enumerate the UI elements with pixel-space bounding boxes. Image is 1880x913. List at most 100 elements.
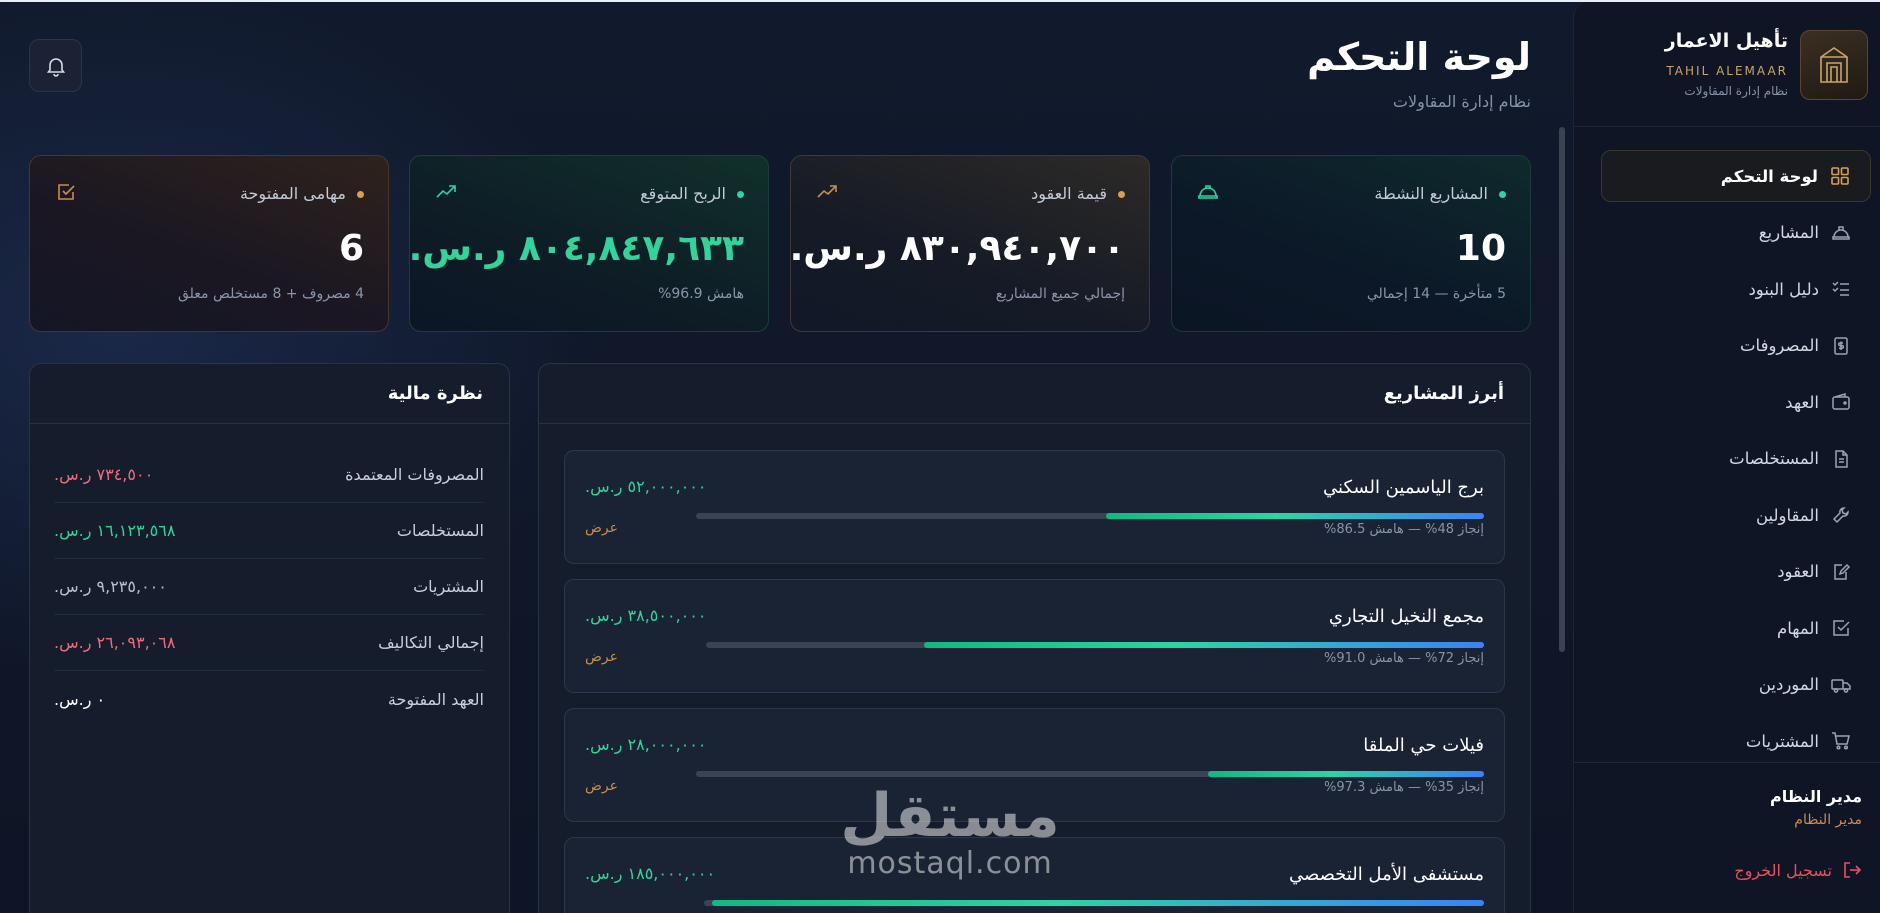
finance-value: ٢٦,٠٩٣,٠٦٨ ر.س. — [54, 633, 176, 652]
finance-row: المشتريات ٩,٢٣٥,٠٠٠ ر.س. — [54, 559, 484, 615]
hard-hat-icon — [1198, 185, 1218, 199]
sidebar-item-suppliers[interactable]: الموردين — [1601, 659, 1871, 711]
sidebar-item-label: العهد — [1785, 392, 1819, 412]
brand: تأهيل الاعمار TAHIL ALEMAAR نظام إدارة ا… — [1582, 28, 1868, 108]
project-card[interactable]: برج الياسمين السكني إنجاز 48% — هامش 86.… — [564, 450, 1505, 564]
stat-note: 4 مصروف + 8 مستخلص معلق — [177, 286, 364, 302]
status-dot — [1118, 191, 1125, 198]
progress-bar — [706, 642, 1484, 648]
sidebar-item-label: الموردين — [1758, 675, 1819, 694]
cart-icon — [1832, 732, 1850, 750]
project-amount: ٢٨,٠٠٠,٠٠٠ ر.س. — [585, 735, 707, 754]
project-meta: إنجاز 48% — هامش 86.5% — [1324, 522, 1484, 537]
sidebar-item-expenses[interactable]: المصروفات — [1601, 320, 1871, 372]
sidebar-item-contractors[interactable]: المقاولين — [1601, 489, 1871, 541]
stat-card-expected-profit: الربح المتوقع ٨٠٤,٨٤٧,٦٣٣ ر.س. هامش 96.9… — [409, 155, 769, 332]
truck-icon — [1831, 678, 1851, 693]
project-name: مستشفى الأمل التخصصي — [1288, 864, 1484, 885]
bell-icon — [46, 57, 65, 77]
app-root: تأهيل الاعمار TAHIL ALEMAAR نظام إدارة ا… — [0, 0, 1880, 913]
finance-row: العهد المفتوحة ٠ ر.س. — [54, 671, 484, 727]
sidebar-item-label: العقود — [1777, 562, 1819, 581]
stat-value: 6 — [338, 228, 364, 269]
view-link[interactable]: عرض — [585, 778, 618, 794]
sidebar-item-extracts[interactable]: المستخلصات — [1601, 433, 1871, 485]
user-role: مدير النظام — [1794, 812, 1862, 828]
user-name: مدير النظام — [1769, 787, 1862, 806]
watermark: مستقل mostaql.com — [820, 786, 1080, 881]
sidebar-item-label: المشتريات — [1745, 731, 1819, 751]
notifications-button[interactable] — [29, 39, 82, 92]
finance-row: المستخلصات ١٦,١٢٣,٥٦٨ ر.س. — [54, 503, 484, 559]
sidebar-item-contracts[interactable]: العقود — [1601, 546, 1871, 598]
sidebar-item-items-guide[interactable]: دليل البنود — [1601, 263, 1871, 315]
grid-icon — [1831, 167, 1849, 185]
progress-fill — [711, 900, 1484, 906]
sidebar-item-label: المقاولين — [1755, 505, 1819, 525]
page-title: لوحة التحكم — [1307, 35, 1531, 79]
project-card[interactable]: مجمع النخيل التجاري إنجاز 72% — هامش 91.… — [564, 579, 1505, 693]
finance-value: ٧٣٤,٥٠٠ ر.س. — [54, 465, 154, 484]
page-subtitle: نظام إدارة المقاولات — [1392, 92, 1531, 111]
logout-label: تسجيل الخروج — [1734, 860, 1832, 880]
project-name: فيلات حي الملقا — [1363, 735, 1484, 756]
stat-card-contracts-value: قيمة العقود ٨٣٠,٩٤٠,٧٠٠ ر.س. إجمالي جميع… — [790, 155, 1150, 332]
watermark-arabic: مستقل — [840, 781, 1060, 851]
finance-label: العهد المفتوحة — [387, 689, 484, 709]
progress-bar — [696, 513, 1484, 519]
panel-title: أبرز المشاريع — [539, 364, 1530, 424]
scrollbar[interactable] — [1559, 127, 1565, 652]
contract-edit-icon — [1834, 563, 1851, 580]
stat-label: المشاريع النشطة — [1374, 184, 1488, 203]
trending-up-icon — [817, 185, 837, 198]
progress-fill — [1208, 771, 1484, 777]
logout-button[interactable]: تسجيل الخروج — [1734, 860, 1862, 880]
sidebar-item-dashboard[interactable]: لوحة التحكم — [1601, 150, 1871, 202]
stat-label: الربح المتوقع — [640, 184, 726, 203]
user-info: مدير النظام مدير النظام — [1770, 787, 1862, 828]
stat-note: إجمالي جميع المشاريع — [995, 286, 1125, 302]
progress-bar — [704, 900, 1484, 906]
financial-overview-panel: نظرة مالية المصروفات المعتمدة ٧٣٤,٥٠٠ ر.… — [29, 363, 510, 913]
document-icon — [1835, 449, 1848, 468]
stat-card-active-projects: المشاريع النشطة 10 5 متأخرة — 14 إجمالي — [1171, 155, 1531, 332]
stat-card-open-tasks: مهامى المفتوحة 6 4 مصروف + 8 مستخلص معلق — [29, 155, 389, 332]
trending-up-icon — [436, 185, 456, 198]
stat-note: هامش 96.9% — [658, 286, 744, 302]
dollar-receipt-icon — [1834, 336, 1848, 355]
checkbox-icon — [58, 184, 75, 200]
building-logo-icon — [1820, 47, 1848, 83]
stat-label: قيمة العقود — [1031, 184, 1107, 203]
stat-label: مهامى المفتوحة — [239, 184, 346, 203]
panel-title: نظرة مالية — [30, 364, 509, 424]
brand-name-en: TAHIL ALEMAAR — [1666, 64, 1788, 78]
sidebar-item-label: لوحة التحكم — [1720, 166, 1818, 186]
stat-value: ٨٠٤,٨٤٧,٦٣٣ ر.س. — [408, 228, 744, 269]
logo — [1800, 30, 1868, 100]
progress-fill — [1105, 513, 1484, 519]
sidebar-item-tasks[interactable]: المهام — [1601, 602, 1871, 654]
finance-row: إجمالي التكاليف ٢٦,٠٩٣,٠٦٨ ر.س. — [54, 615, 484, 671]
brand-name: تأهيل الاعمار — [1664, 30, 1788, 52]
stat-value: 10 — [1455, 228, 1506, 269]
finance-row: المصروفات المعتمدة ٧٣٤,٥٠٠ ر.س. — [54, 447, 484, 503]
project-name: مجمع النخيل التجاري — [1328, 606, 1484, 627]
sidebar-item-label: المستخلصات — [1729, 449, 1819, 468]
checklist-icon — [1832, 281, 1849, 296]
sidebar-item-label: المهام — [1777, 618, 1819, 638]
finance-value: ١٦,١٢٣,٥٦٨ ر.س. — [54, 521, 176, 540]
project-meta: إنجاز 72% — هامش 91.0% — [1324, 651, 1484, 666]
sidebar-item-purchases[interactable]: المشتريات — [1601, 715, 1871, 767]
logout-icon — [1844, 862, 1862, 878]
sidebar-item-projects[interactable]: المشاريع — [1601, 207, 1871, 259]
stat-value: ٨٣٠,٩٤٠,٧٠٠ ر.س. — [789, 228, 1125, 269]
view-link[interactable]: عرض — [585, 649, 618, 665]
project-amount: ٥٢,٠٠٠,٠٠٠ ر.س. — [585, 477, 707, 496]
finance-value: ٩,٢٣٥,٠٠٠ ر.س. — [54, 577, 167, 596]
stat-note: 5 متأخرة — 14 إجمالي — [1366, 286, 1506, 302]
project-meta: إنجاز 35% — هامش 97.3% — [1324, 780, 1484, 795]
sidebar-item-custody[interactable]: العهد — [1601, 376, 1871, 428]
view-link[interactable]: عرض — [585, 520, 618, 536]
status-dot — [737, 191, 744, 198]
status-dot — [1499, 191, 1506, 198]
